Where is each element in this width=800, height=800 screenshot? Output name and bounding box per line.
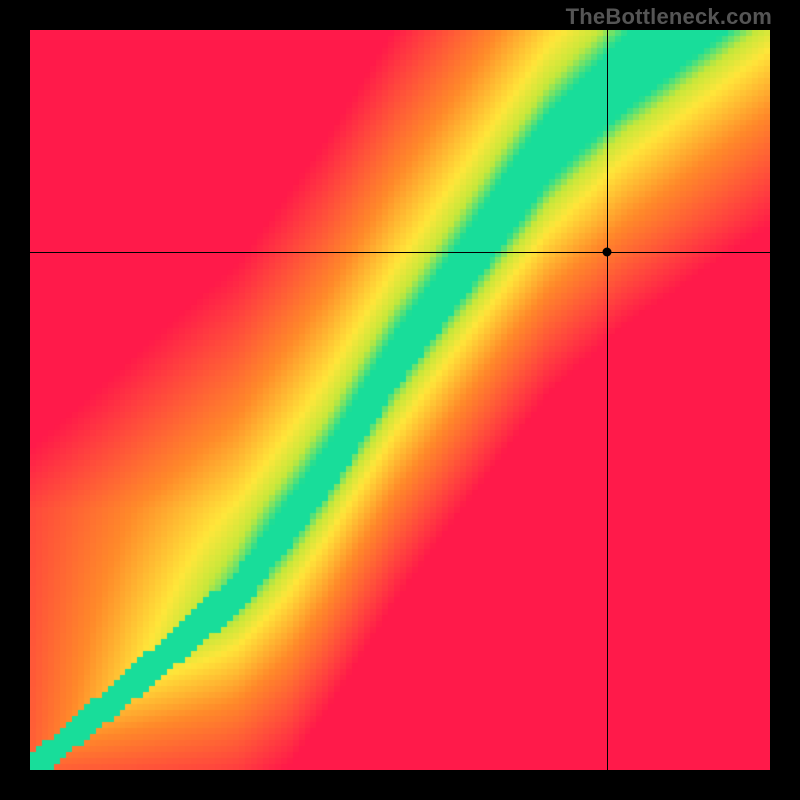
plot-area [30,30,770,770]
crosshair-vertical [607,30,608,770]
watermark-text: TheBottleneck.com [566,4,772,30]
chart-frame: TheBottleneck.com [0,0,800,800]
crosshair-horizontal [30,252,770,253]
bottleneck-heatmap [30,30,770,770]
crosshair-dot-icon [603,248,612,257]
